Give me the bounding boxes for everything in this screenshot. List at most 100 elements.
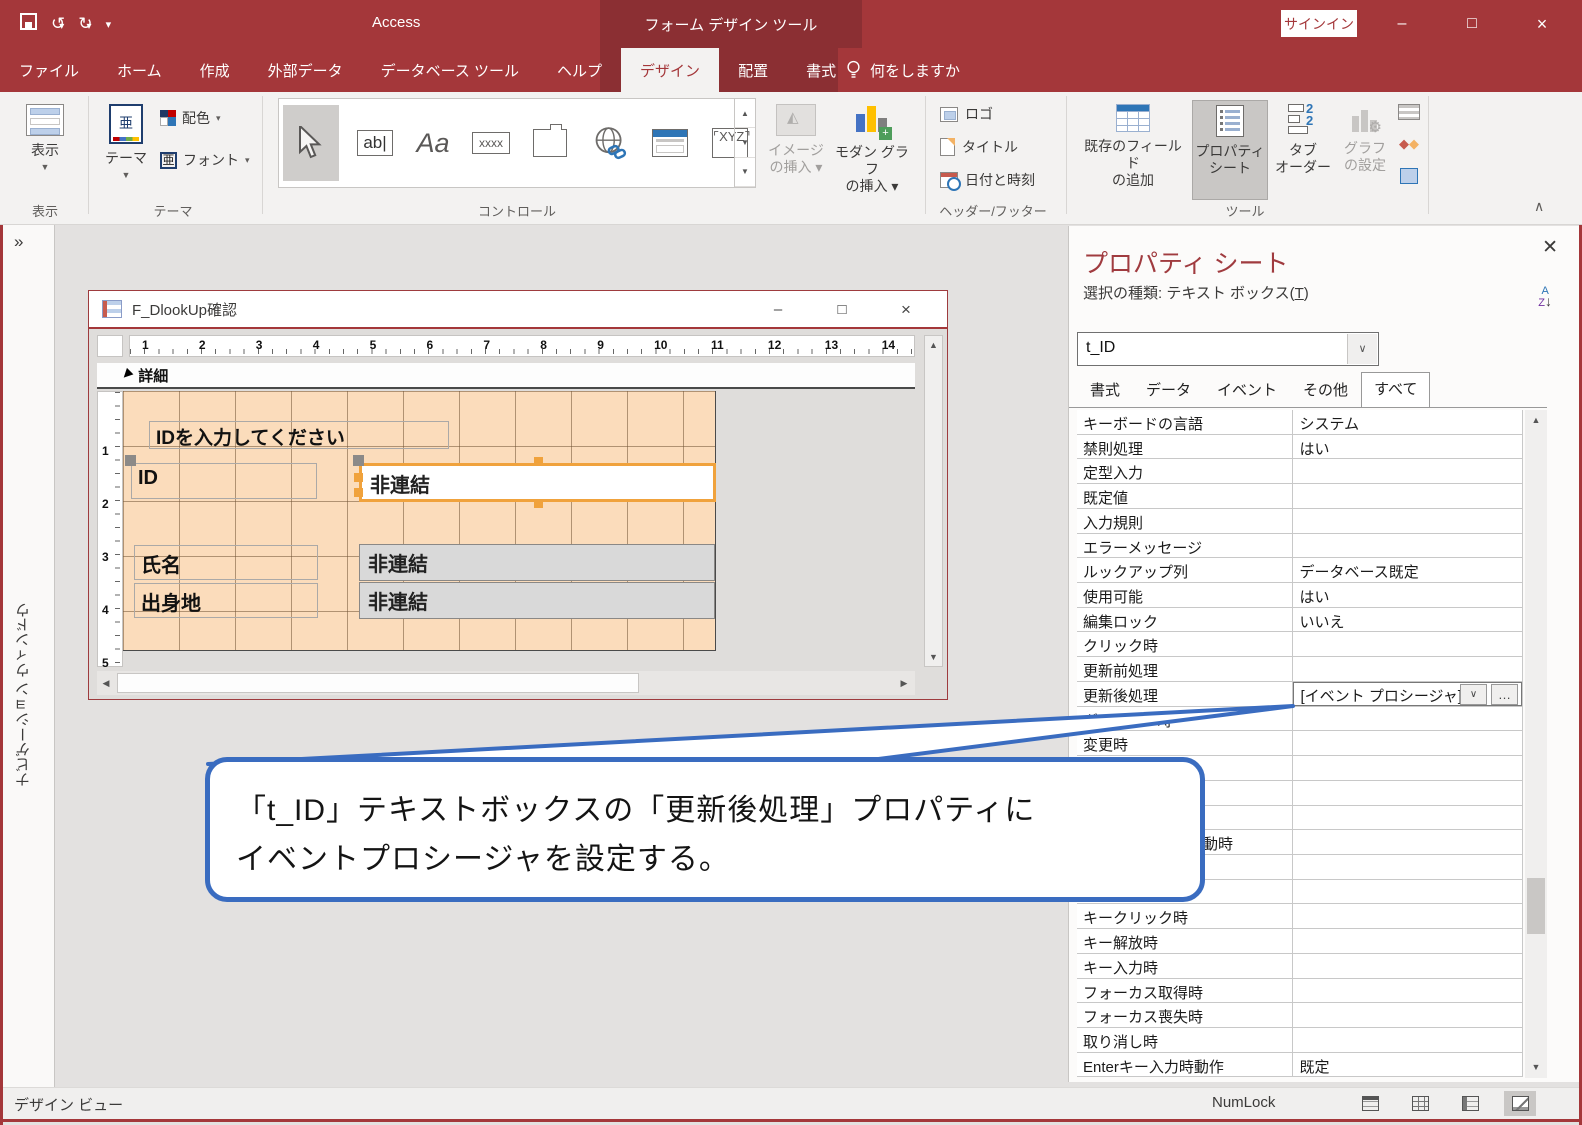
tell-me-box[interactable]: 何をしますか bbox=[846, 48, 960, 92]
property-label[interactable]: 使用可能 bbox=[1077, 583, 1293, 607]
ribbon-tab-6[interactable]: ヘルプ bbox=[538, 48, 621, 92]
property-label[interactable]: キー入力時 bbox=[1077, 953, 1293, 978]
property-value[interactable] bbox=[1293, 954, 1522, 978]
property-value[interactable]: [イベント プロシージャ] ∨… bbox=[1292, 681, 1522, 706]
sort-az-icon[interactable]: A Z↓ bbox=[1538, 286, 1552, 309]
title-button[interactable]: タイトル bbox=[940, 137, 1018, 157]
property-label[interactable]: フォーカス喪失時 bbox=[1077, 1003, 1293, 1027]
value-builder-button[interactable]: … bbox=[1491, 683, 1518, 705]
resize-handle[interactable] bbox=[354, 473, 363, 482]
property-label[interactable]: キー解放時 bbox=[1077, 929, 1293, 953]
field-label-3[interactable]: 出身地 bbox=[134, 583, 318, 618]
select-tool[interactable] bbox=[283, 105, 339, 181]
view-code-button[interactable]: ◆◆ bbox=[1396, 132, 1422, 156]
caption-label[interactable]: IDを入力してください bbox=[149, 421, 449, 449]
ribbon-tab-3[interactable]: 作成 bbox=[181, 48, 249, 92]
property-label[interactable]: ルックアップ列 bbox=[1077, 558, 1293, 583]
property-value[interactable]: システム bbox=[1293, 410, 1522, 434]
property-label[interactable]: 禁則処理 bbox=[1077, 434, 1293, 459]
field-textbox-2[interactable]: 非連結 bbox=[359, 544, 715, 581]
property-value[interactable] bbox=[1293, 880, 1522, 904]
view-button[interactable]: 表示 ▼ bbox=[14, 100, 76, 200]
property-value[interactable]: 既定 bbox=[1293, 1053, 1522, 1077]
design-view-button[interactable] bbox=[1504, 1091, 1536, 1116]
combo-dropdown-icon[interactable]: ∨ bbox=[1347, 334, 1377, 364]
property-label[interactable]: 既定値 bbox=[1077, 484, 1293, 508]
property-value[interactable]: はい bbox=[1293, 435, 1522, 459]
property-value[interactable] bbox=[1293, 979, 1522, 1003]
save-button[interactable] bbox=[20, 13, 37, 35]
resize-handle[interactable] bbox=[354, 488, 363, 497]
property-tab-2[interactable]: データ bbox=[1133, 373, 1204, 407]
property-label[interactable]: キークリック時 bbox=[1077, 904, 1293, 929]
property-value[interactable] bbox=[1293, 731, 1522, 755]
date-time-button[interactable]: 日付と時刻 bbox=[940, 170, 1035, 191]
property-sheet-scrollbar[interactable]: ▲ ▼ bbox=[1525, 410, 1547, 1078]
redo-button[interactable]: ↻▾ bbox=[78, 14, 92, 34]
form-design-grid[interactable]: IDを入力してください ID 非連結 氏名 非連結 出身地 非連結 bbox=[123, 391, 716, 651]
property-value[interactable] bbox=[1293, 904, 1522, 928]
gallery-down-button[interactable]: ▼ bbox=[735, 128, 755, 158]
property-label[interactable]: 取り消し時 bbox=[1077, 1027, 1293, 1052]
property-label[interactable]: 更新前処理 bbox=[1077, 657, 1293, 681]
property-label[interactable]: 変更時 bbox=[1077, 731, 1293, 756]
property-value[interactable]: データベース既定 bbox=[1293, 558, 1522, 582]
property-value[interactable] bbox=[1293, 806, 1522, 830]
collapse-ribbon-button[interactable]: ∧ bbox=[1534, 198, 1544, 215]
convert-macros-button[interactable] bbox=[1396, 164, 1422, 188]
scrollbar-thumb[interactable] bbox=[1527, 878, 1545, 934]
move-handle[interactable] bbox=[125, 455, 136, 466]
form-minimize-button[interactable]: – bbox=[755, 295, 801, 324]
maximize-button[interactable]: □ bbox=[1449, 0, 1495, 48]
fonts-button[interactable]: 亜 フォント ▾ bbox=[160, 150, 250, 170]
tab-order-button[interactable]: 2 2 タブ オーダー bbox=[1272, 100, 1334, 200]
gallery-more-button[interactable]: ▼ bbox=[735, 158, 755, 187]
property-tab-1[interactable]: 書式 bbox=[1077, 373, 1133, 407]
property-tab-4[interactable]: その他 bbox=[1290, 373, 1361, 407]
property-value[interactable]: いいえ bbox=[1293, 608, 1522, 632]
value-dropdown-icon[interactable]: ∨ bbox=[1460, 683, 1487, 705]
undo-button[interactable]: ↺▾ bbox=[51, 14, 65, 34]
property-label[interactable]: 更新後処理 bbox=[1077, 681, 1293, 706]
minimize-button[interactable]: – bbox=[1379, 0, 1425, 48]
ribbon-tab-8[interactable]: 配置 bbox=[719, 48, 787, 92]
ribbon-tab-5[interactable]: データベース ツール bbox=[362, 48, 538, 92]
property-value[interactable] bbox=[1293, 781, 1522, 805]
logo-button[interactable]: ロゴ bbox=[940, 104, 993, 124]
navigation-control-tool[interactable] bbox=[643, 105, 697, 181]
subform-in-new-window-button[interactable] bbox=[1396, 100, 1422, 124]
ribbon-tab-2[interactable]: ホーム bbox=[98, 48, 181, 92]
ribbon-tab-7[interactable]: デザイン bbox=[621, 48, 720, 92]
property-value[interactable] bbox=[1293, 534, 1522, 558]
ribbon-tab-1[interactable]: ファイル bbox=[0, 48, 98, 92]
form-horizontal-scrollbar[interactable]: ◀ ▶ bbox=[97, 671, 915, 695]
add-existing-fields-button[interactable]: 既存のフィールド の追加 bbox=[1078, 100, 1188, 200]
resize-handle[interactable] bbox=[533, 457, 543, 466]
property-label[interactable]: エラーメッセージ bbox=[1077, 533, 1293, 558]
resize-handle[interactable] bbox=[533, 499, 543, 508]
field-label-2[interactable]: 氏名 bbox=[134, 545, 318, 580]
insert-image-button[interactable]: イメージ の挿入 ▾ bbox=[764, 100, 828, 200]
hyperlink-tool[interactable] bbox=[583, 105, 637, 181]
property-label[interactable]: 編集ロック bbox=[1077, 607, 1293, 632]
property-label[interactable]: フォーカス取得時 bbox=[1077, 978, 1293, 1003]
scroll-down-icon[interactable]: ▼ bbox=[1525, 1057, 1547, 1078]
property-value[interactable]: はい bbox=[1293, 583, 1522, 607]
expand-nav-pane-button[interactable]: » bbox=[14, 232, 23, 252]
h-scrollbar-thumb[interactable] bbox=[117, 673, 639, 693]
field-textbox-1[interactable]: 非連結 bbox=[359, 463, 716, 502]
property-value[interactable] bbox=[1293, 1003, 1522, 1027]
scroll-right-icon[interactable]: ▶ bbox=[895, 678, 913, 689]
form-vertical-scrollbar[interactable]: ▲ ▼ bbox=[924, 335, 943, 667]
tab-control-tool[interactable] bbox=[523, 105, 577, 181]
property-value[interactable] bbox=[1293, 459, 1522, 483]
move-handle[interactable] bbox=[353, 455, 364, 466]
property-value[interactable] bbox=[1293, 1028, 1522, 1052]
customize-qat-button[interactable]: ▾ bbox=[106, 18, 112, 31]
ribbon-tab-4[interactable]: 外部データ bbox=[249, 48, 362, 92]
layout-view-button[interactable] bbox=[1454, 1091, 1486, 1116]
textbox-tool[interactable]: ab| bbox=[349, 105, 401, 181]
detail-section-bar[interactable]: ▶ 詳細 bbox=[97, 363, 915, 389]
colors-button[interactable]: 配色 ▾ bbox=[160, 108, 221, 128]
object-selector-combo[interactable]: t_ID ∨ bbox=[1077, 332, 1379, 366]
